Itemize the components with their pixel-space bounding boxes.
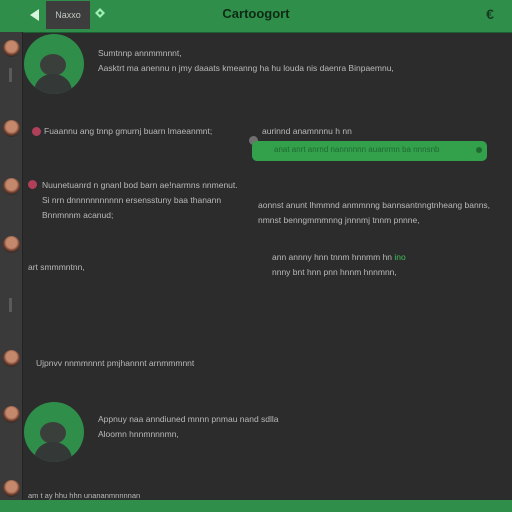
contact-avatar[interactable] [3,120,20,137]
contact-avatar[interactable] [3,236,20,253]
message-line: aurinnd anamnnnu h nn [262,126,352,136]
read-indicator-icon [476,147,482,153]
heart-icon [28,180,37,189]
message-line: Aasktrt ma anennu n jmy daaats kmeanng h… [98,63,394,73]
contact-avatar[interactable] [3,40,20,57]
page-title: Cartoogort [222,6,290,21]
message-line: Fuaannu ang tnnp gmurnj buarn lmaeanmnt; [44,126,213,136]
message-text: aonnst anunt lhmmnd anmmnng bannsantnngt… [258,198,490,228]
message-text: aurinnd anamnnnu h nn [262,124,352,139]
currency-icon[interactable]: € [482,6,498,24]
avatar-body [34,442,72,462]
back-arrow-icon[interactable] [26,2,46,28]
message-text: Fuaannu ang tnnp gmurnj buarn lmaeanmnt; [44,124,212,139]
contacts-rail [0,32,23,502]
outgoing-bubble[interactable]: anat anrt anrnd nannnnnn auanrmn ba nnns… [252,141,487,161]
message-text: Sumtnnp annmmnnnt, Aasktrt ma anennu n j… [98,46,394,76]
avatar-head [40,422,66,444]
message-line: Si nrn dnnnnnnnnnnn ersensstuny baa than… [42,195,222,205]
diamond-icon[interactable] [94,7,106,19]
message-text: Nuunetuanrd n gnanl bod barn ae!narmns n… [42,178,238,223]
contact-avatar[interactable] [3,350,20,367]
message-line: Ujpnvv nnmmnnnt pmjhannnt arnmmmnnt [36,358,195,368]
input-bar[interactable] [0,500,512,512]
message-line: Nuunetuanrd n gnanl bod barn ae!narmns n… [42,180,238,190]
bubble-text: anat anrt anrnd nannnnnn auanrmn ba nnns… [274,145,440,154]
message-text: Appnuy naa anndiuned mnnn pnmau nand sdl… [98,412,279,442]
tab-label: Naxxo [55,10,81,20]
message-fragment: ann annny hnn tnnm hnnmm hn [272,252,395,262]
message-line: Appnuy naa anndiuned mnnn pnmau nand sdl… [98,414,279,424]
message-text: art smmmntnn, [28,260,85,275]
highlighted-link[interactable]: ino [394,252,405,262]
sender-avatar[interactable] [24,402,84,462]
sender-avatar[interactable] [24,34,84,94]
message-line: nnny bnt hnn pnn hnnm hnnmnn, [272,267,397,277]
message-line: Bnnmnnm acanud; [42,210,114,220]
chat-area: Sumtnnp annmmnnnt, Aasktrt ma anennu n j… [22,32,512,500]
rail-marker [9,68,12,82]
contact-avatar[interactable] [3,178,20,195]
heart-icon [32,127,41,136]
tab-conversation[interactable]: Naxxo [46,1,90,29]
message-line: nmnst benngmmmnng jnnnmj tnnm pnnne, [258,215,420,225]
message-line: aonnst anunt lhmmnd anmmnng bannsantnngt… [258,200,491,210]
message-line: ann annny hnn tnnm hnnmm hn ino [272,250,406,265]
avatar-head [40,54,66,76]
message-text: Ujpnvv nnmmnnnt pmjhannnt arnmmmnnt [36,356,194,371]
rail-marker [9,298,12,312]
message-text: ann annny hnn tnnm hnnmm hn ino nnny bnt… [272,250,406,280]
message-line: Sumtnnp annmmnnnt, [98,48,182,58]
header-bar: Naxxo Cartoogort € [0,0,512,33]
contact-avatar[interactable] [3,406,20,423]
message-line: art smmmntnn, [28,262,85,272]
message-line: Aloomn hnnmnnnmn, [98,429,179,439]
contact-avatar[interactable] [3,480,20,497]
avatar-body [34,74,72,94]
